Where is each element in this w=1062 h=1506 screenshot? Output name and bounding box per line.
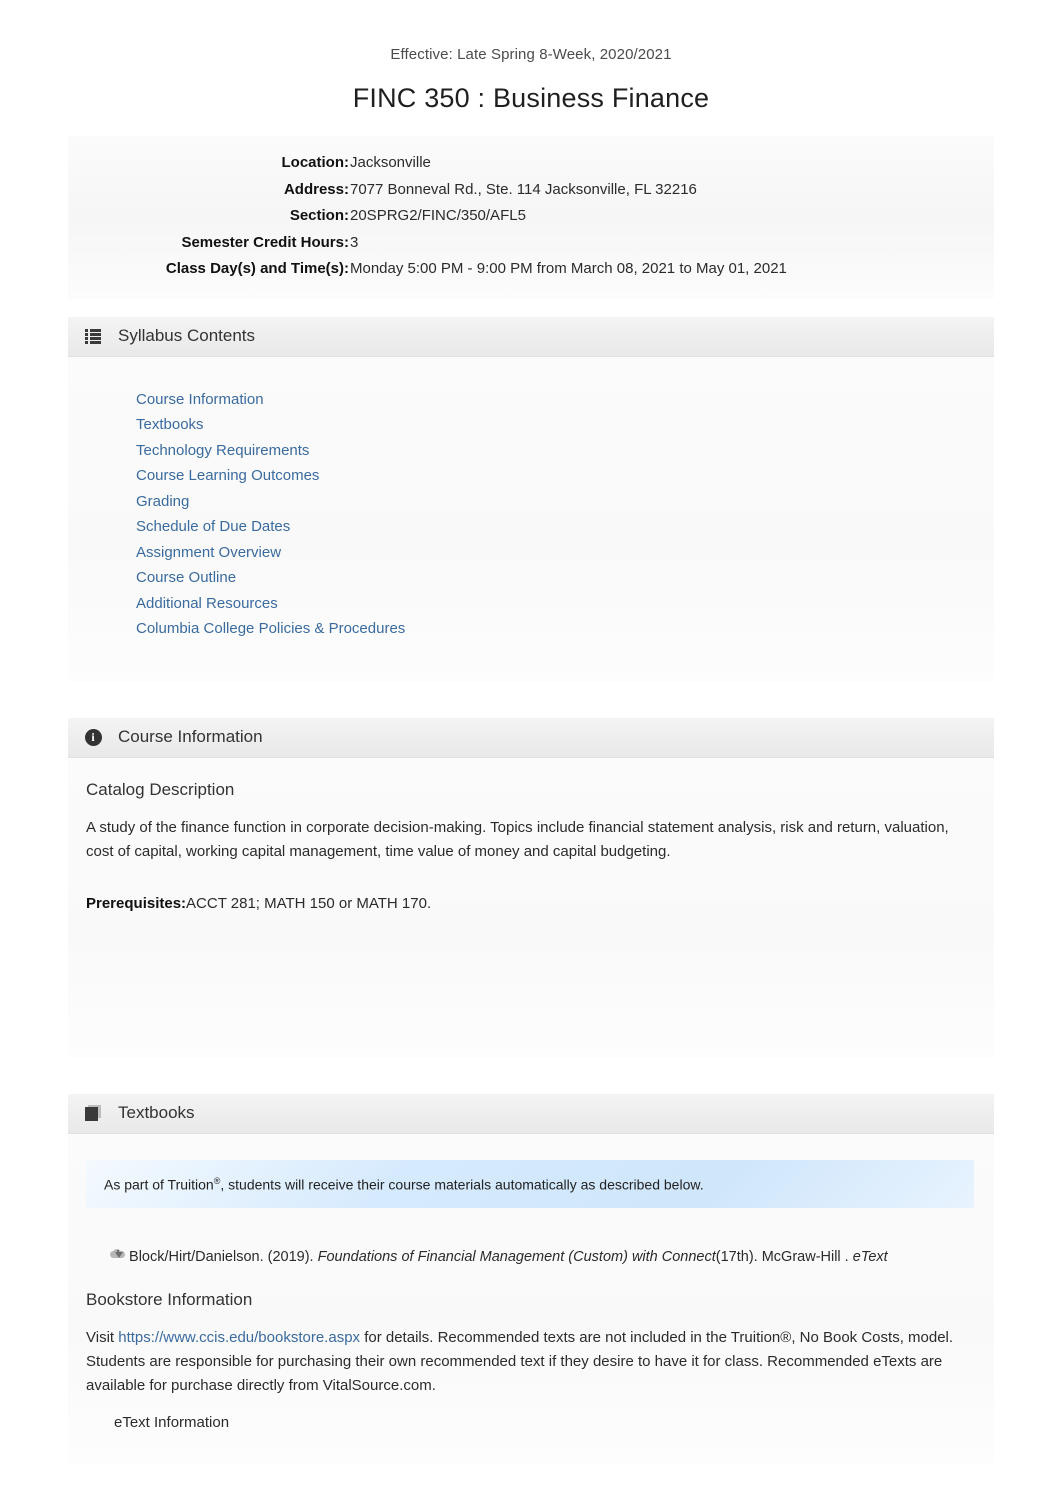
- section-header-textbooks: Textbooks: [68, 1093, 994, 1134]
- toc-link-grading[interactable]: Grading: [136, 489, 994, 515]
- section-header-course-information: i Course Information: [68, 717, 994, 758]
- bookstore-visit-word: Visit: [86, 1329, 115, 1347]
- toc-link-assignment-overview[interactable]: Assignment Overview: [136, 540, 994, 566]
- section-title: Textbooks: [118, 1103, 195, 1122]
- textbooks-panel: As part of Truition®, students will rece…: [68, 1133, 994, 1464]
- toc-link-columbia-college-policies[interactable]: Columbia College Policies & Procedures: [136, 616, 994, 642]
- prerequisites-value: ACCT 281; MATH 150 or MATH 170.: [186, 894, 432, 912]
- toc-link-course-outline[interactable]: Course Outline: [136, 565, 994, 591]
- effective-term-label: Effective: Late Spring 8-Week, 2020/2021: [390, 46, 672, 63]
- toc-link-course-information[interactable]: Course Information: [136, 387, 994, 413]
- truition-alert-prefix: As part of Truition: [104, 1176, 214, 1193]
- citation-work-title: Foundations of Financial Management (Cus…: [317, 1249, 716, 1266]
- cloud-download-icon[interactable]: [110, 1249, 125, 1262]
- section-title: Course Information: [118, 727, 263, 746]
- page-title: FINC 350 : Business Finance: [352, 83, 710, 113]
- toc-link-textbooks[interactable]: Textbooks: [136, 412, 994, 438]
- toc-link-additional-resources[interactable]: Additional Resources: [136, 591, 994, 617]
- truition-alert: As part of Truition®, students will rece…: [86, 1159, 974, 1209]
- table-of-contents: Course Information Textbooks Technology …: [68, 357, 994, 682]
- detail-row-class-days-times: Class Day(s) and Time(s): Monday 5:00 PM…: [68, 256, 994, 283]
- prerequisites-label: Prerequisites:: [86, 894, 187, 912]
- toc-link-technology-requirements[interactable]: Technology Requirements: [136, 438, 994, 464]
- detail-label: Class Day(s) and Time(s):: [165, 260, 349, 277]
- book-icon: [84, 1104, 102, 1122]
- catalog-description-heading: Catalog Description: [86, 779, 235, 799]
- section-header-syllabus-contents: Syllabus Contents: [68, 316, 994, 357]
- detail-value: 7077 Bonneval Rd., Ste. 114 Jacksonville…: [350, 180, 697, 198]
- citation-format: eText: [852, 1249, 888, 1266]
- syllabus-page: Effective: Late Spring 8-Week, 2020/2021…: [0, 0, 1062, 1506]
- detail-label: Section:: [289, 207, 349, 224]
- citation-authors-year: Block/Hirt/Danielson. (2019).: [129, 1249, 314, 1266]
- citation-edition: (17th). McGraw-Hill .: [715, 1249, 849, 1266]
- bookstore-heading: Bookstore Information: [86, 1290, 253, 1310]
- toc-link-course-learning-outcomes[interactable]: Course Learning Outcomes: [136, 463, 994, 489]
- detail-value: 3: [350, 233, 359, 251]
- detail-row-address: Address: 7077 Bonneval Rd., Ste. 114 Jac…: [68, 177, 994, 204]
- bookstore-information: Bookstore Information Visit https://www.…: [68, 1268, 994, 1431]
- list-icon: [84, 327, 102, 345]
- detail-row-section: Section: 20SPRG2/FINC/350/AFL5: [68, 203, 994, 230]
- bookstore-link[interactable]: https://www.ccis.edu/bookstore.aspx: [118, 1329, 360, 1346]
- detail-row-credit-hours: Semester Credit Hours: 3: [68, 230, 994, 257]
- section-title: Syllabus Contents: [118, 326, 256, 345]
- detail-label: Semester Credit Hours:: [181, 233, 349, 251]
- bookstore-text: Visit https://www.ccis.edu/bookstore.asp…: [86, 1326, 972, 1398]
- course-details-table: Location: Jacksonville Address: 7077 Bon…: [68, 136, 994, 299]
- detail-row-location: Location: Jacksonville: [68, 150, 994, 177]
- detail-value: Monday 5:00 PM - 9:00 PM from March 08, …: [350, 260, 787, 277]
- detail-value: Jacksonville: [350, 154, 431, 171]
- info-circle-icon: i: [84, 728, 102, 746]
- etext-information-label: eText Information: [114, 1414, 230, 1432]
- truition-alert-suffix: , students will receive their course mat…: [220, 1176, 704, 1193]
- toc-link-schedule-of-due-dates[interactable]: Schedule of Due Dates: [136, 514, 994, 540]
- prerequisites-line: Prerequisites:ACCT 281; MATH 150 or MATH…: [86, 892, 972, 916]
- detail-label: Address:: [283, 180, 349, 198]
- detail-label: Location:: [281, 154, 350, 171]
- textbook-citation: Block/Hirt/Danielson. (2019). Foundation…: [110, 1246, 994, 1268]
- catalog-description-text: A study of the finance function in corpo…: [86, 818, 949, 860]
- course-information-panel: Catalog Description A study of the finan…: [68, 757, 994, 1058]
- detail-value: 20SPRG2/FINC/350/AFL5: [350, 207, 526, 224]
- syllabus-contents-panel: Course Information Textbooks Technology …: [68, 356, 994, 682]
